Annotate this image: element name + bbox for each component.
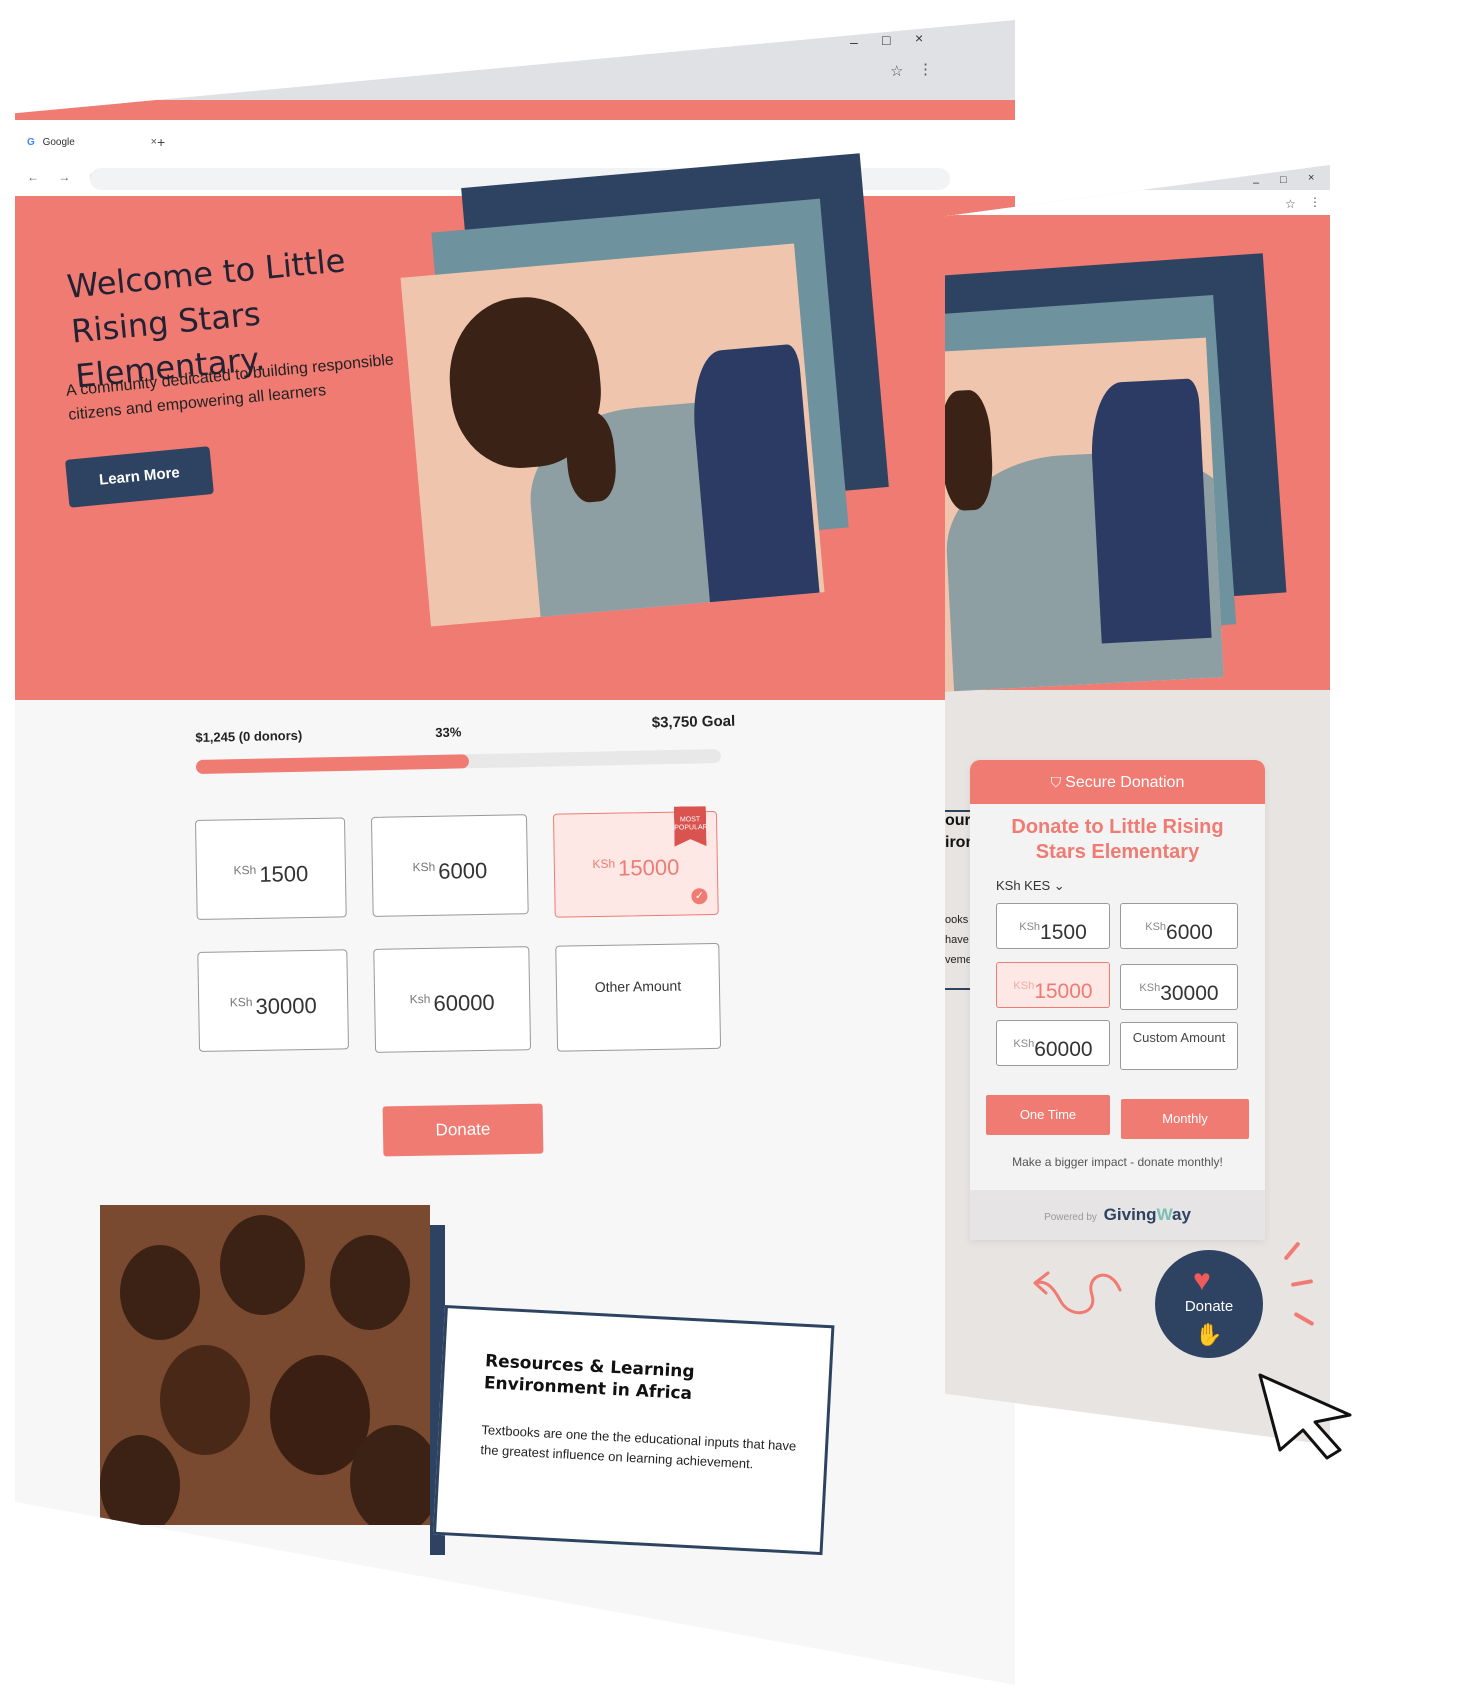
child-face	[160, 1345, 250, 1455]
floating-donate-button[interactable]: ♥ Donate ✋	[1155, 1250, 1263, 1358]
currency-label: KSh	[229, 995, 253, 1010]
browser-menu-icon[interactable]: ⋮	[1309, 195, 1321, 209]
resources-title: Resources & Learning Environment in Afri…	[483, 1351, 696, 1405]
currency-label: KSh	[1013, 980, 1035, 992]
amount-value: 15000	[1034, 980, 1093, 1003]
check-icon: ✓	[691, 888, 708, 905]
currency-label: KSh	[1013, 1038, 1035, 1050]
stage: G Google × + ← → C – □ × ☆ ⋮ Welcome to …	[0, 0, 1459, 1692]
google-icon: G	[27, 137, 35, 148]
hero-photo-boy	[400, 243, 825, 627]
widget-amount-6000[interactable]: KSh6000	[1120, 903, 1238, 949]
curly-arrow-icon	[1033, 1271, 1122, 1315]
widget-amount-15000[interactable]: KSh15000	[996, 962, 1110, 1008]
widget-header: ⛉ Secure Donation	[970, 760, 1265, 804]
currency-label: Ksh	[409, 991, 431, 1007]
progress-track	[195, 748, 722, 774]
widget-footer: Powered by GivingWay	[970, 1190, 1265, 1240]
new-tab-button[interactable]: +	[157, 134, 165, 150]
custom-amount-option[interactable]: Custom Amount	[1120, 1022, 1238, 1070]
amount-value: 60000	[1034, 1038, 1093, 1061]
amount-value: 6000	[438, 857, 488, 884]
currency-label: KSh	[412, 859, 436, 875]
currency-label: KSh	[592, 856, 616, 872]
floating-donate-label: Donate	[1184, 1298, 1234, 1315]
progress-section: $1,245 (0 donors) 33% $3,750 Goal	[195, 709, 736, 774]
amount-value: 15000	[617, 854, 680, 881]
boy-backpack	[1088, 378, 1212, 644]
amount-option-6000[interactable]: KSh 6000	[370, 814, 529, 917]
progress-fill	[195, 754, 470, 774]
currency-label: KSh	[1139, 982, 1161, 994]
donation-widget: ⛉ Secure Donation Donate to Little Rising…	[970, 760, 1265, 1240]
widget-header-label: Secure Donation	[1065, 774, 1185, 791]
children-photo	[100, 1205, 430, 1525]
child-face	[220, 1215, 305, 1315]
close-button[interactable]: ×	[1308, 172, 1314, 184]
monthly-button[interactable]: Monthly	[1121, 1099, 1249, 1139]
bookmark-star-icon[interactable]: ☆	[890, 62, 903, 80]
shield-icon: ⛉	[1050, 774, 1062, 790]
browser-tab[interactable]: G Google ×	[15, 128, 165, 158]
boy-backpack	[688, 343, 821, 613]
amount-grid: KSh 1500 KSh 6000 KSh 15000 MOST POPULAR ✓ …	[195, 811, 735, 1053]
goal-amount: $3,750 Goal	[651, 712, 736, 732]
hand-icon: ✋	[1195, 1322, 1223, 1347]
mouse-cursor-icon	[1258, 1373, 1352, 1460]
monthly-hint: Make a bigger impact - donate monthly!	[1012, 1155, 1223, 1169]
minimize-button[interactable]: –	[850, 34, 858, 50]
donate-button[interactable]: Donate	[382, 1103, 544, 1157]
widget-title: Donate to Little Rising Stars Elementary	[1011, 816, 1224, 863]
hero-photo-boy	[945, 337, 1224, 693]
currency-label: KSh	[233, 862, 257, 878]
currency-label: KSh	[1019, 921, 1041, 933]
child-face	[100, 1435, 180, 1525]
widget-amount-1500[interactable]: KSh1500	[996, 903, 1110, 949]
other-amount-option[interactable]: Other Amount	[555, 942, 722, 1052]
raised-amount: $1,245 (0 donors)	[195, 727, 303, 745]
one-time-button[interactable]: One Time	[986, 1095, 1110, 1135]
givingway-logo[interactable]: GivingWay	[1104, 1205, 1191, 1224]
amount-value: 6000	[1166, 921, 1213, 944]
amount-value: 30000	[1160, 982, 1219, 1005]
amount-value: 60000	[433, 989, 495, 1016]
maximize-button[interactable]: □	[882, 32, 890, 48]
close-button[interactable]: ×	[915, 30, 923, 46]
amount-option-30000[interactable]: KSh 30000	[197, 949, 350, 1052]
browser-menu-icon[interactable]: ⋮	[918, 60, 933, 78]
maximize-button[interactable]: □	[1280, 174, 1287, 186]
resources-text: Textbooks are one the the educational in…	[480, 1422, 797, 1472]
heart-icon: ♥	[1193, 1264, 1211, 1297]
currency-select[interactable]: KSh KES ⌄	[996, 878, 1065, 894]
amount-option-60000[interactable]: Ksh 60000	[373, 946, 532, 1053]
boy-hand	[945, 389, 995, 512]
child-face	[120, 1245, 200, 1340]
powered-by-label: Powered by	[1044, 1212, 1097, 1223]
amount-value: 1500	[1040, 921, 1087, 944]
progress-percent: 33%	[435, 724, 462, 740]
most-popular-badge: MOST POPULAR	[674, 806, 707, 847]
child-face	[330, 1235, 410, 1330]
currency-label: KSh	[1145, 921, 1167, 933]
amount-option-1500[interactable]: KSh 1500	[195, 817, 347, 920]
resources-card: Resources & Learning Environment in Afri…	[432, 1305, 835, 1556]
main-browser-window: G Google × + ← → C – □ × ☆ ⋮ Welcome to …	[15, 20, 1015, 1685]
tab-label: Google	[42, 137, 75, 148]
bookmark-star-icon[interactable]: ☆	[1285, 197, 1296, 211]
widget-amount-60000[interactable]: KSh60000	[996, 1020, 1110, 1066]
amount-value: 1500	[259, 861, 309, 887]
amount-value: 30000	[255, 992, 317, 1019]
minimize-button[interactable]: –	[1253, 177, 1259, 189]
widget-amount-30000[interactable]: KSh30000	[1120, 964, 1238, 1010]
amount-option-15000[interactable]: KSh 15000 MOST POPULAR ✓	[552, 811, 719, 918]
